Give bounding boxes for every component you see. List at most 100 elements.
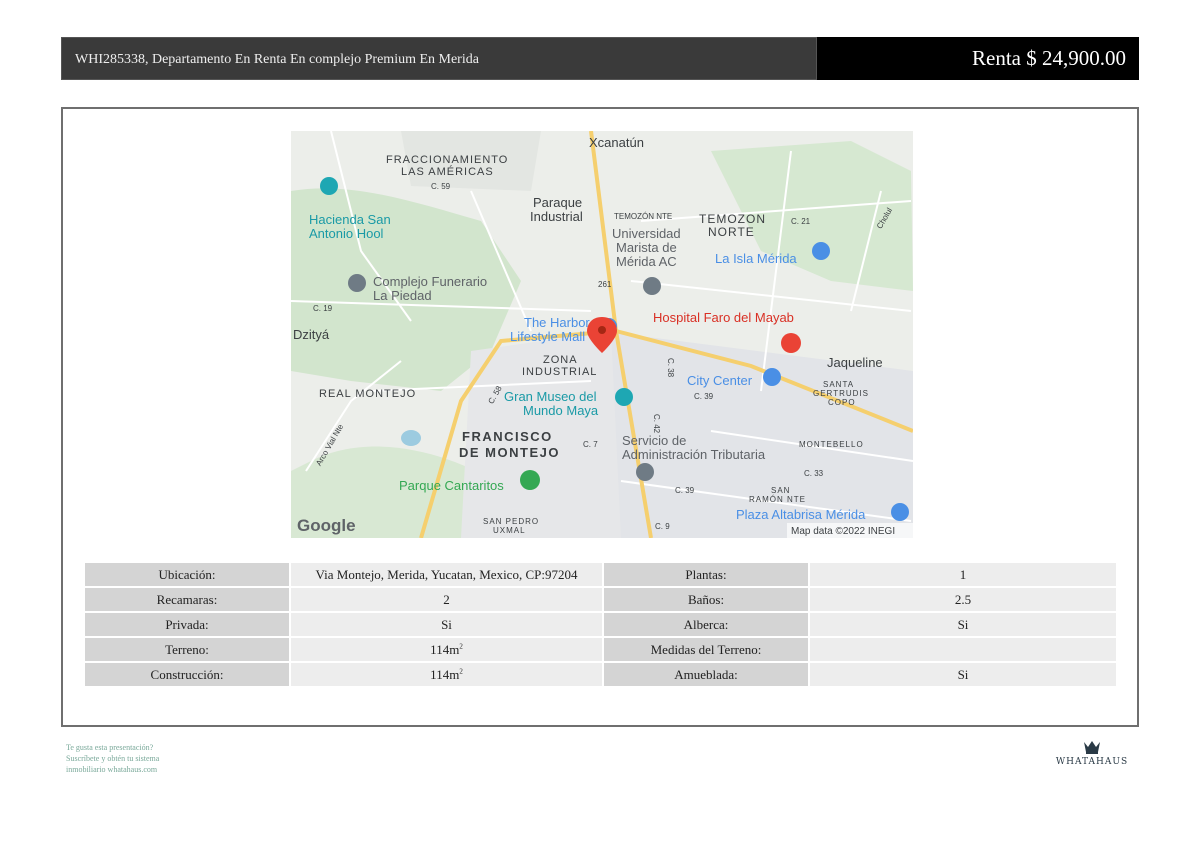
svg-text:Complejo Funerario: Complejo Funerario [373,274,487,289]
crown-icon [1084,741,1100,754]
spec-value: Si [810,613,1116,636]
spec-value: 2 [291,588,602,611]
svg-text:C. 39: C. 39 [694,392,714,401]
spec-value-text: Si [957,666,969,682]
listing-panel: Xcanatún FRACCIONAMIENTO LAS AMÉRICAS C.… [61,107,1139,727]
svg-text:C. 19: C. 19 [313,304,333,313]
logo-text: WHATAHAUS [1055,757,1129,767]
spec-label: Plantas: [604,563,808,586]
svg-text:FRACCIONAMIENTO: FRACCIONAMIENTO [386,154,508,166]
location-map[interactable]: Xcanatún FRACCIONAMIENTO LAS AMÉRICAS C.… [291,131,913,538]
museum-icon [615,388,633,406]
svg-text:LAS AMÉRICAS: LAS AMÉRICAS [401,165,494,178]
spec-value: Si [291,613,602,636]
spec-label-text: Amueblada: [674,666,738,682]
listing-header: WHI285338, Departamento En Renta En comp… [61,37,1139,80]
svg-text:C. 7: C. 7 [583,440,598,449]
spec-value: 114m2 [291,663,602,686]
spec-label: Privada: [85,613,289,636]
spec-label-text: Terreno: [165,641,209,657]
svg-text:NORTE: NORTE [708,225,755,239]
spec-value-text: 114m [430,641,460,657]
spec-value: 2.5 [810,588,1116,611]
spec-value: 1 [810,563,1116,586]
svg-text:Hospital Faro del Mayab: Hospital Faro del Mayab [653,310,794,325]
listing-title: WHI285338, Departamento En Renta En comp… [61,37,817,80]
svg-text:SAN PEDRO: SAN PEDRO [483,517,539,526]
svg-text:COPO: COPO [828,398,856,407]
svg-text:SANTA: SANTA [823,380,854,389]
svg-text:Xcanatún: Xcanatún [589,135,644,150]
spec-label: Alberca: [604,613,808,636]
park-icon [520,470,540,490]
svg-text:La Isla Mérida: La Isla Mérida [715,251,797,266]
svg-text:The Harbor: The Harbor [524,315,590,330]
svg-text:INDUSTRIAL: INDUSTRIAL [522,366,597,378]
svg-text:C. 9: C. 9 [655,522,670,531]
svg-text:Mérida AC: Mérida AC [616,254,677,269]
spec-row: Privada: Si Alberca: Si [85,613,1116,636]
svg-text:Gran Museo del: Gran Museo del [504,389,597,404]
svg-text:MONTEBELLO: MONTEBELLO [799,440,864,449]
spec-row: Recamaras: 2 Baños: 2.5 [85,588,1116,611]
footer-line: inmobiliario whatahaus.com [66,765,158,774]
svg-text:C. 42: C. 42 [652,414,661,434]
property-specs-table: Ubicación: Via Montejo, Merida, Yucatan, … [85,561,1116,688]
spec-label: Recamaras: [85,588,289,611]
svg-text:C. 33: C. 33 [804,469,824,478]
spec-label-text: Alberca: [683,616,729,632]
place-icon [348,274,366,292]
spec-value-text: 1 [959,566,967,582]
svg-text:Administración Tributaria: Administración Tributaria [622,447,766,462]
spec-label: Terreno: [85,638,289,661]
svg-text:Industrial: Industrial [530,209,583,224]
svg-text:Marista de: Marista de [616,240,677,255]
svg-text:La Piedad: La Piedad [373,288,432,303]
footer-line: Te gusta esta presentación? [66,743,154,752]
spec-value [810,638,1116,661]
svg-text:Mundo Maya: Mundo Maya [523,403,599,418]
svg-text:C. 21: C. 21 [791,217,811,226]
spec-label-text: Recamaras: [156,591,218,607]
svg-text:Servicio de: Servicio de [622,433,686,448]
spec-value-text: 2.5 [954,591,972,607]
hospital-icon [781,333,801,353]
svg-text:FRANCISCO: FRANCISCO [462,429,553,444]
svg-text:C. 38: C. 38 [666,358,675,378]
water-body [401,430,421,446]
svg-text:RAMÓN NTE: RAMÓN NTE [749,495,806,504]
spec-row: Construcción: 114m2 Amueblada: Si [85,663,1116,686]
svg-text:Jaqueline: Jaqueline [827,355,883,370]
museum-icon [320,177,338,195]
spec-value: Si [810,663,1116,686]
svg-text:Parque Cantaritos: Parque Cantaritos [399,478,504,493]
unit-exponent: 2 [459,667,463,676]
spec-label: Baños: [604,588,808,611]
spec-value-text: Via Montejo, Merida, Yucatan, Mexico, CP… [315,566,578,582]
spec-label-text: Baños: [687,591,725,607]
spec-label-text: Medidas del Terreno: [650,641,762,657]
svg-text:GERTRUDIS: GERTRUDIS [813,389,869,398]
listing-price: Renta $ 24,900.00 [972,46,1126,70]
svg-text:SAN: SAN [771,486,790,495]
svg-text:Universidad: Universidad [612,226,681,241]
spec-value: 114m2 [291,638,602,661]
spec-label: Ubicación: [85,563,289,586]
government-icon [636,463,654,481]
svg-text:TEMOZÓN NTE: TEMOZÓN NTE [614,212,672,221]
svg-text:REAL MONTEJO: REAL MONTEJO [319,388,416,400]
google-logo: Google [297,516,356,535]
spec-value-text: 2 [443,591,450,607]
spec-label: Construcción: [85,663,289,686]
spec-row: Terreno: 114m2 Medidas del Terreno: [85,638,1116,661]
footer-promo[interactable]: Te gusta esta presentación? Suscríbete y… [66,742,266,775]
svg-text:Hacienda San: Hacienda San [309,212,391,227]
shopping-icon [891,503,909,521]
shopping-icon [763,368,781,386]
unit-exponent: 2 [459,642,463,651]
shopping-icon [812,242,830,260]
svg-text:City Center: City Center [687,373,753,388]
map-canvas: Xcanatún FRACCIONAMIENTO LAS AMÉRICAS C.… [291,131,913,538]
spec-row: Ubicación: Via Montejo, Merida, Yucatan, … [85,563,1116,586]
svg-text:Antonio Hool: Antonio Hool [309,226,384,241]
